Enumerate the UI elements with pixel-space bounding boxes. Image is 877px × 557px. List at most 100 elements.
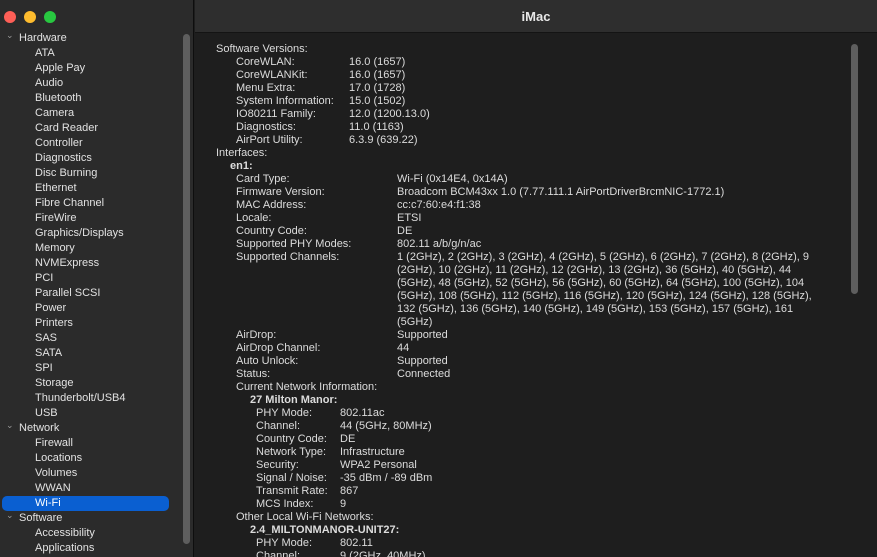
sidebar-item-thunderbolt-usb4[interactable]: Thunderbolt/USB4 [0, 391, 178, 406]
current-network-property-key: Network Type: [256, 446, 327, 458]
sidebar-item-locations[interactable]: Locations [0, 451, 178, 466]
other-network-property-key: Channel: [256, 550, 301, 557]
interface-property-value: 802.11 a/b/g/n/ac [397, 238, 482, 250]
sidebar-item-printers[interactable]: Printers [0, 316, 178, 331]
sidebar-item-diagnostics[interactable]: Diagnostics [0, 151, 178, 166]
supported-channels-value: (5GHz) [397, 316, 433, 328]
current-network-property-key: Channel: [256, 420, 301, 432]
sidebar-item-spi[interactable]: SPI [0, 361, 178, 376]
sidebar-item-graphics-displays[interactable]: Graphics/Displays [0, 226, 178, 241]
sidebar-item-camera[interactable]: Camera [0, 106, 178, 121]
sidebar-item-storage[interactable]: Storage [0, 376, 178, 391]
sidebar-item-controller[interactable]: Controller [0, 136, 178, 151]
interface-property-key: Status: [236, 368, 271, 380]
software-version-value: 12.0 (1200.13.0) [349, 108, 430, 120]
current-network-property-value: 867 [340, 485, 359, 497]
system-information-window: ⌄ Hardware ATA Apple Pay Audio Bluetooth Camer… [0, 0, 877, 557]
sidebar-item-ata[interactable]: ATA [0, 46, 178, 61]
interface-property-value: Wi-Fi (0x14E4, 0x14A) [397, 173, 508, 185]
detail-pane: Software Versions: CoreWLAN: 16.0 (1657) Co… [195, 33, 877, 557]
supported-channels-value: 1 (2GHz), 2 (2GHz), 3 (2GHz), 4 (2GHz), … [397, 251, 809, 263]
interface-property-value: cc:c7:60:e4:f1:38 [397, 199, 481, 211]
sidebar-item-usb[interactable]: USB [0, 406, 178, 421]
interface-property-key: AirDrop: [236, 329, 277, 341]
interface-property-key: Supported PHY Modes: [236, 238, 352, 250]
supported-channels-value: (5GHz), 108 (5GHz), 112 (5GHz), 116 (5GH… [397, 290, 812, 302]
interface-property-key: Country Code: [236, 225, 307, 237]
sidebar-category-label: Software [19, 512, 63, 524]
sidebar-item-audio[interactable]: Audio [0, 76, 178, 91]
sidebar-item-disc-burning[interactable]: Disc Burning [0, 166, 178, 181]
sidebar-item-accessibility[interactable]: Accessibility [0, 526, 178, 541]
sidebar-item-card-reader[interactable]: Card Reader [0, 121, 178, 136]
current-network-property-key: MCS Index: [256, 498, 314, 510]
chevron-down-icon[interactable]: ⌄ [6, 418, 16, 433]
sidebar-item-fibre-channel[interactable]: Fibre Channel [0, 196, 178, 211]
interface-property-value: Supported [397, 355, 448, 367]
sidebar-item-apple-pay[interactable]: Apple Pay [0, 61, 178, 76]
supported-channels-value: 132 (5GHz), 136 (5GHz), 140 (5GHz), 149 … [397, 303, 794, 315]
interface-property-value: Supported [397, 329, 448, 341]
interface-property-key: Card Type: [236, 173, 290, 185]
current-network-property-value: WPA2 Personal [340, 459, 417, 471]
minimize-button[interactable] [24, 11, 36, 23]
sidebar-item-sas[interactable]: SAS [0, 331, 178, 346]
other-network-name: 2.4_MILTONMANOR-UNIT27: [250, 524, 400, 536]
sidebar-category-label: Network [19, 422, 60, 434]
zoom-button[interactable] [44, 11, 56, 23]
sidebar: ⌄ Hardware ATA Apple Pay Audio Bluetooth Camer… [0, 0, 194, 557]
interface-property-key: Locale: [236, 212, 272, 224]
sidebar-category-network[interactable]: ⌄ Network [0, 418, 178, 436]
interface-property-key: MAC Address: [236, 199, 307, 211]
title-bar: iMac [195, 0, 877, 33]
sidebar-category-hardware[interactable]: ⌄ Hardware [0, 28, 178, 46]
software-version-value: 15.0 (1502) [349, 95, 406, 107]
category-tree: ⌄ Hardware ATA Apple Pay Audio Bluetooth Camer… [0, 28, 178, 556]
current-network-property-key: Signal / Noise: [256, 472, 327, 484]
sidebar-item-ethernet[interactable]: Ethernet [0, 181, 178, 196]
detail-scrollbar[interactable] [851, 44, 858, 294]
current-network-property-key: Security: [256, 459, 299, 471]
supported-channels-key: Supported Channels: [236, 251, 340, 263]
sidebar-item-wi-fi[interactable]: Wi-Fi [2, 496, 169, 511]
current-network-property-key: Country Code: [256, 433, 327, 445]
software-version-key: System Information: [236, 95, 334, 107]
current-network-property-value: DE [340, 433, 356, 445]
software-version-key: Menu Extra: [236, 82, 296, 94]
sidebar-item-power[interactable]: Power [0, 301, 178, 316]
sidebar-item-wwan[interactable]: WWAN [0, 481, 178, 496]
current-network-property-value: Infrastructure [340, 446, 405, 458]
interface-name: en1: [230, 160, 253, 172]
sidebar-item-parallel-scsi[interactable]: Parallel SCSI [0, 286, 178, 301]
sidebar-item-sata[interactable]: SATA [0, 346, 178, 361]
current-network-name: 27 Milton Manor: [250, 394, 338, 406]
software-version-value: 11.0 (1163) [349, 121, 404, 133]
software-version-key: Diagnostics: [236, 121, 296, 133]
sidebar-item-nvmexpress[interactable]: NVMExpress [0, 256, 178, 271]
other-network-property-value: 9 (2GHz, 40MHz) [340, 550, 426, 557]
section-heading-current-network: Current Network Information: [236, 381, 378, 393]
sidebar-item-applications[interactable]: Applications [0, 541, 178, 556]
software-version-value: 16.0 (1657) [349, 69, 406, 81]
chevron-down-icon[interactable]: ⌄ [6, 28, 16, 43]
sidebar-scrollbar[interactable] [183, 34, 190, 544]
other-network-property-value: 802.11 [340, 537, 373, 549]
interface-property-key: Auto Unlock: [236, 355, 299, 367]
software-version-key: CoreWLAN: [236, 56, 295, 68]
software-version-value: 6.3.9 (639.22) [349, 134, 418, 146]
supported-channels-value: (5GHz), 48 (5GHz), 52 (5GHz), 56 (5GHz),… [397, 277, 805, 289]
sidebar-item-memory[interactable]: Memory [0, 241, 178, 256]
sidebar-item-firewall[interactable]: Firewall [0, 436, 178, 451]
current-network-property-value: 802.11ac [340, 407, 385, 419]
interface-property-value: 44 [397, 342, 410, 354]
close-button[interactable] [4, 11, 16, 23]
sidebar-item-bluetooth[interactable]: Bluetooth [0, 91, 178, 106]
sidebar-category-software[interactable]: ⌄ Software [0, 508, 178, 526]
sidebar-item-volumes[interactable]: Volumes [0, 466, 178, 481]
chevron-down-icon[interactable]: ⌄ [6, 508, 16, 523]
software-version-value: 16.0 (1657) [349, 56, 406, 68]
sidebar-item-pci[interactable]: PCI [0, 271, 178, 286]
sidebar-item-firewire[interactable]: FireWire [0, 211, 178, 226]
current-network-property-value: -35 dBm / -89 dBm [340, 472, 433, 484]
current-network-property-value: 9 [340, 498, 347, 510]
